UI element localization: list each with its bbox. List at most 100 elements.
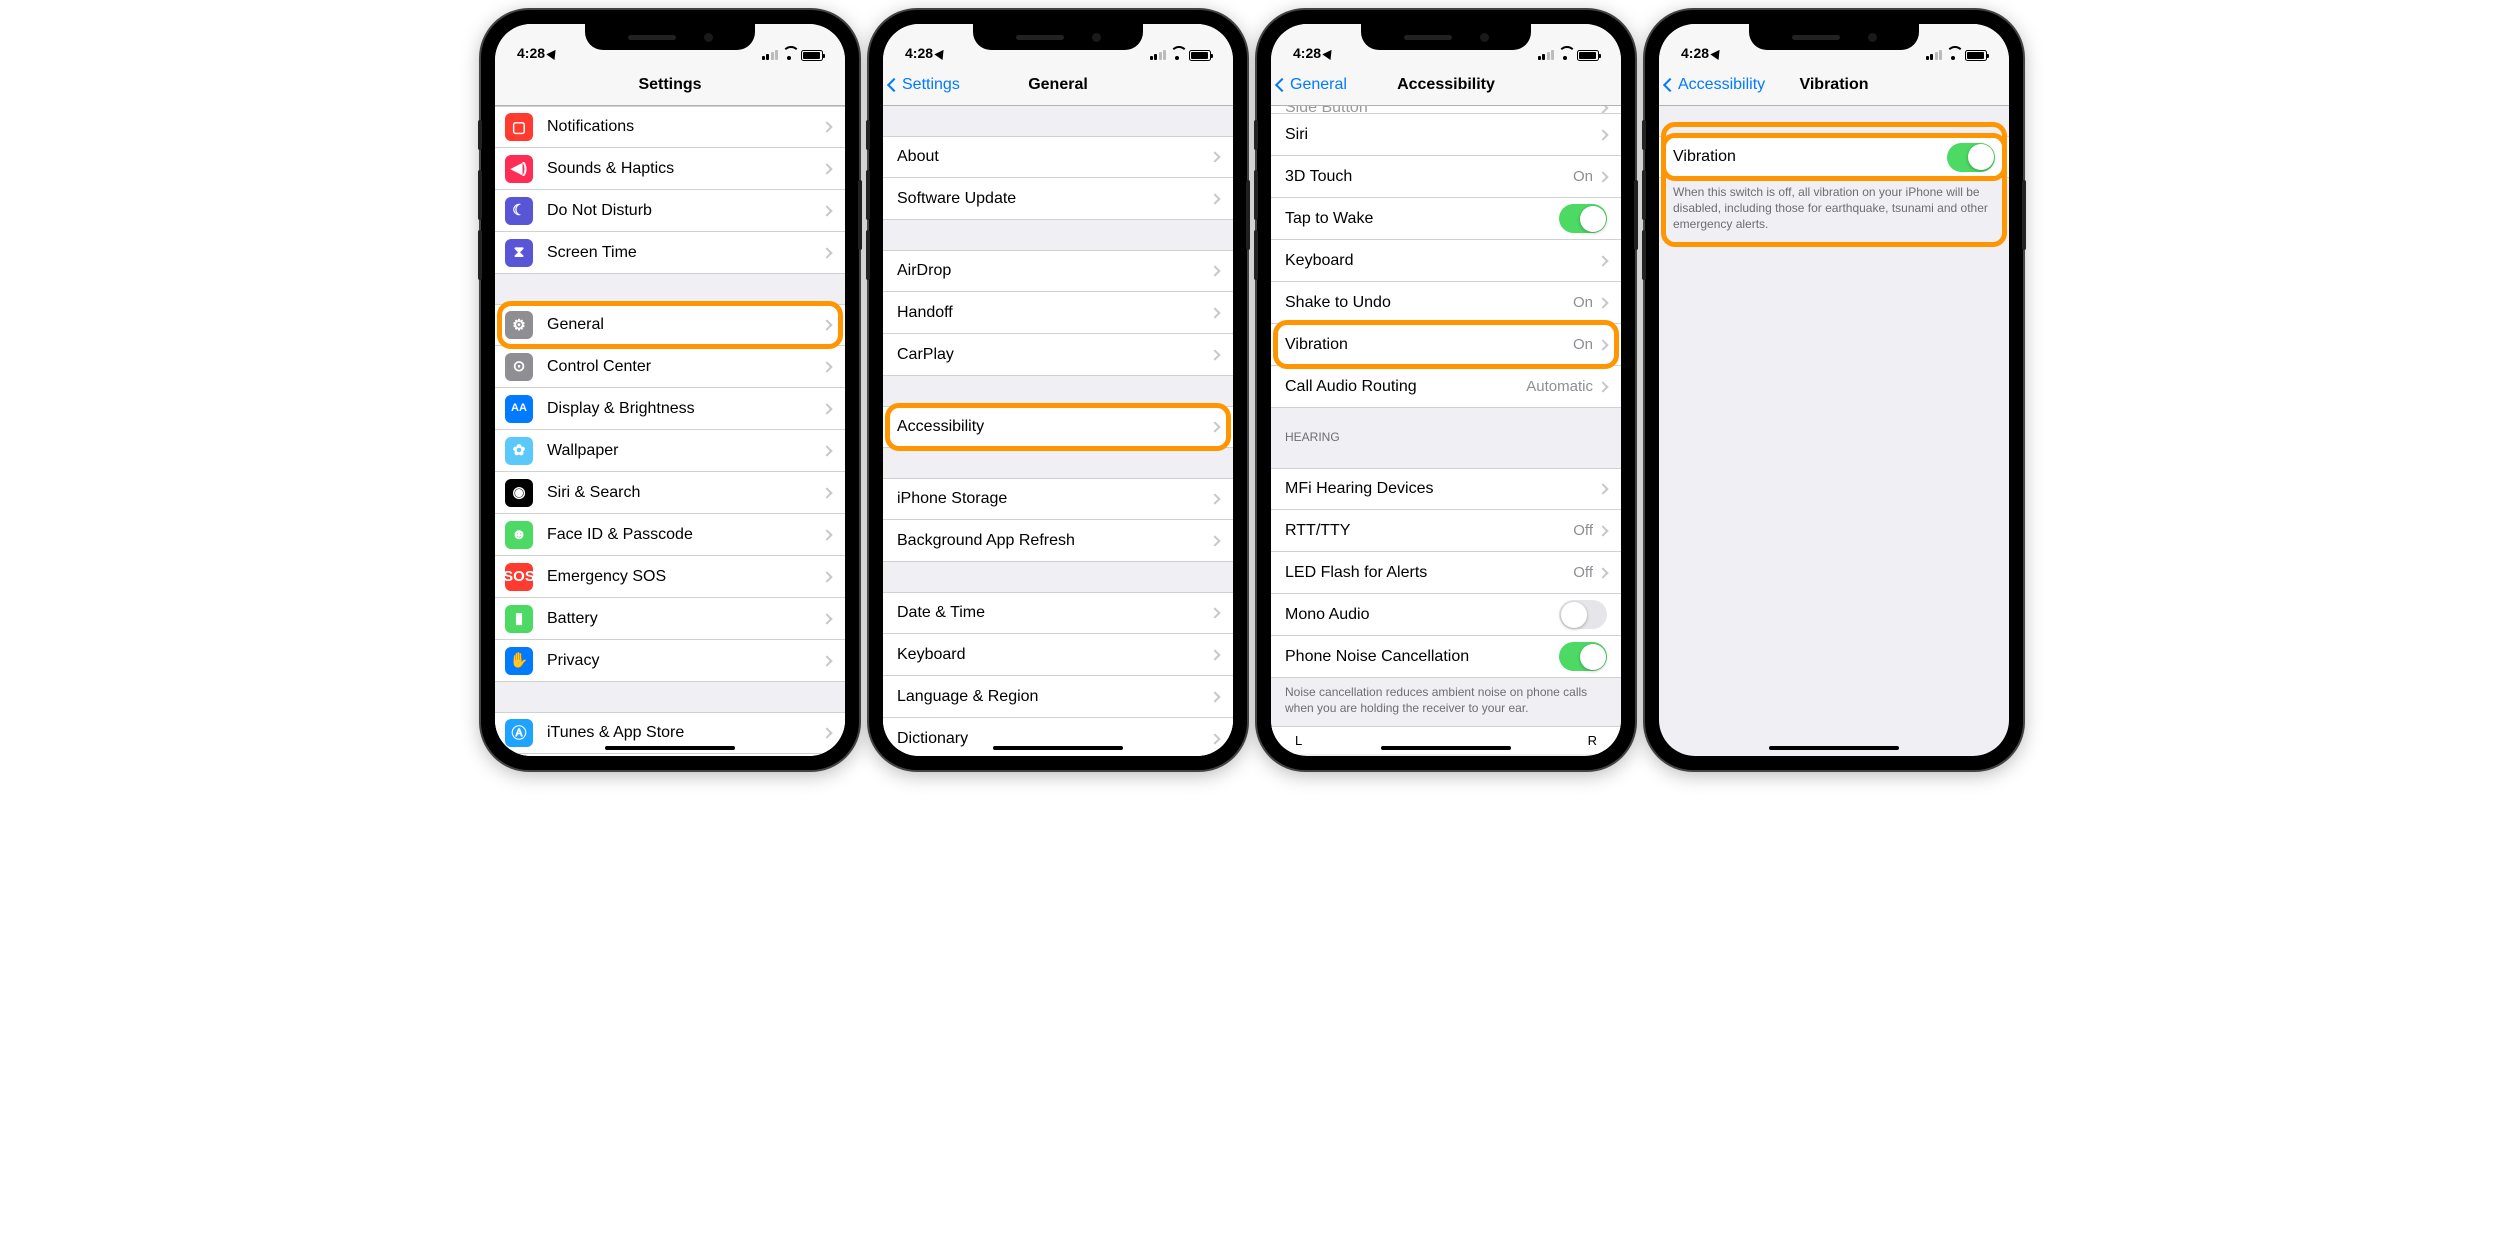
settings-row[interactable]: ⧗Screen Time	[495, 232, 845, 274]
navbar: AccessibilityVibration	[1659, 64, 2009, 106]
settings-row[interactable]: ✋Privacy	[495, 640, 845, 682]
phone-frame: 4:28Settings▢Notifications◀︎)Sounds & Ha…	[481, 10, 859, 770]
phone-frame: 4:28SettingsGeneralAboutSoftware UpdateA…	[869, 10, 1247, 770]
location-icon	[1322, 46, 1335, 59]
wifi-icon	[1946, 49, 1961, 61]
chevron-right-icon	[821, 487, 832, 498]
settings-row[interactable]: ◉Siri & Search	[495, 472, 845, 514]
settings-row[interactable]: Handoff	[883, 292, 1233, 334]
settings-row[interactable]: Date & Time	[883, 592, 1233, 634]
chevron-right-icon	[1209, 193, 1220, 204]
settings-row[interactable]: About	[883, 136, 1233, 178]
row-label: Keyboard	[1285, 252, 1599, 270]
back-button[interactable]: Accessibility	[1659, 76, 1765, 94]
settings-row[interactable]: LED Flash for AlertsOff	[1271, 552, 1621, 594]
app-icon: ✋	[505, 647, 533, 675]
navbar: SettingsGeneral	[883, 64, 1233, 106]
settings-row[interactable]: Tap to Wake	[1271, 198, 1621, 240]
section-footer: Noise cancellation reduces ambient noise…	[1271, 678, 1621, 726]
settings-row[interactable]: Vibration	[1659, 136, 2009, 178]
settings-row[interactable]: Keyboard	[1271, 240, 1621, 282]
row-detail: Off	[1573, 522, 1593, 539]
toggle-switch[interactable]	[1559, 642, 1607, 671]
row-detail: Off	[1573, 564, 1593, 581]
row-label: General	[547, 316, 823, 334]
row-detail: On	[1573, 294, 1593, 311]
toggle-switch[interactable]	[1559, 204, 1607, 233]
settings-row[interactable]: AADisplay & Brightness	[495, 388, 845, 430]
settings-row[interactable]: iPhone Storage	[883, 478, 1233, 520]
notch	[1361, 24, 1531, 50]
settings-row[interactable]: Phone Noise Cancellation	[1271, 636, 1621, 678]
home-indicator	[1769, 746, 1899, 751]
navbar: Settings	[495, 64, 845, 106]
row-label: Language & Region	[897, 688, 1211, 706]
settings-row[interactable]: Software Update	[883, 178, 1233, 220]
chevron-left-icon	[887, 77, 901, 91]
section-footer: When this switch is off, all vibration o…	[1659, 178, 2009, 243]
toggle-switch[interactable]	[1947, 143, 1995, 172]
chevron-right-icon	[1209, 691, 1220, 702]
chevron-right-icon	[1597, 171, 1608, 182]
settings-row[interactable]: Keyboard	[883, 634, 1233, 676]
settings-row[interactable]: ☻Face ID & Passcode	[495, 514, 845, 556]
row-label: Phone Noise Cancellation	[1285, 648, 1559, 666]
settings-row[interactable]: Dictionary	[883, 718, 1233, 756]
settings-row[interactable]: MFi Hearing Devices	[1271, 468, 1621, 510]
settings-row[interactable]: CarPlay	[883, 334, 1233, 376]
settings-row[interactable]: VibrationOn	[1271, 324, 1621, 366]
settings-row[interactable]: ▬Wallet & Apple Pay	[495, 754, 845, 756]
chevron-right-icon	[821, 613, 832, 624]
chevron-right-icon	[1209, 535, 1220, 546]
battery-icon	[1577, 50, 1599, 61]
row-detail: On	[1573, 336, 1593, 353]
row-label: Mono Audio	[1285, 606, 1559, 624]
wifi-icon	[1170, 49, 1185, 61]
settings-row[interactable]: Background App Refresh	[883, 520, 1233, 562]
chevron-right-icon	[821, 655, 832, 666]
settings-row[interactable]: ▢Notifications	[495, 106, 845, 148]
row-detail: Automatic	[1526, 378, 1593, 395]
app-icon: ☻	[505, 521, 533, 549]
settings-row[interactable]: SOSEmergency SOS	[495, 556, 845, 598]
back-button[interactable]: Settings	[883, 76, 960, 94]
settings-row[interactable]: Call Audio RoutingAutomatic	[1271, 366, 1621, 408]
settings-row[interactable]: Siri	[1271, 114, 1621, 156]
row-label: Do Not Disturb	[547, 202, 823, 220]
back-button[interactable]: General	[1271, 76, 1347, 94]
row-label: Date & Time	[897, 604, 1211, 622]
settings-row[interactable]: 3D TouchOn	[1271, 156, 1621, 198]
back-label: General	[1290, 76, 1347, 94]
chevron-right-icon	[1209, 649, 1220, 660]
chevron-right-icon	[821, 319, 832, 330]
settings-row[interactable]: ⊙Control Center	[495, 346, 845, 388]
row-label: Software Update	[897, 190, 1211, 208]
settings-row[interactable]: Accessibility	[883, 406, 1233, 448]
app-icon: ⧗	[505, 239, 533, 267]
chevron-right-icon	[1209, 349, 1220, 360]
row-label: 3D Touch	[1285, 168, 1573, 186]
settings-row[interactable]: ✿Wallpaper	[495, 430, 845, 472]
row-label: Display & Brightness	[547, 400, 823, 418]
app-icon: ✿	[505, 437, 533, 465]
row-label: iTunes & App Store	[547, 724, 823, 742]
chevron-right-icon	[1597, 129, 1608, 140]
chevron-right-icon	[1597, 381, 1608, 392]
settings-row[interactable]: Shake to UndoOn	[1271, 282, 1621, 324]
settings-row[interactable]: ☾Do Not Disturb	[495, 190, 845, 232]
settings-row[interactable]: ▮Battery	[495, 598, 845, 640]
chevron-right-icon	[1597, 106, 1608, 114]
settings-row[interactable]: AirDrop	[883, 250, 1233, 292]
settings-row[interactable]: RTT/TTYOff	[1271, 510, 1621, 552]
settings-row[interactable]: Mono Audio	[1271, 594, 1621, 636]
row-detail: On	[1573, 168, 1593, 185]
row-label: MFi Hearing Devices	[1285, 480, 1599, 498]
chevron-right-icon	[821, 403, 832, 414]
chevron-right-icon	[1209, 265, 1220, 276]
settings-row[interactable]: Side Button	[1271, 106, 1621, 114]
chevron-left-icon	[1663, 77, 1677, 91]
settings-row[interactable]: Language & Region	[883, 676, 1233, 718]
settings-row[interactable]: ⚙︎General	[495, 304, 845, 346]
toggle-switch[interactable]	[1559, 600, 1607, 629]
settings-row[interactable]: ◀︎)Sounds & Haptics	[495, 148, 845, 190]
